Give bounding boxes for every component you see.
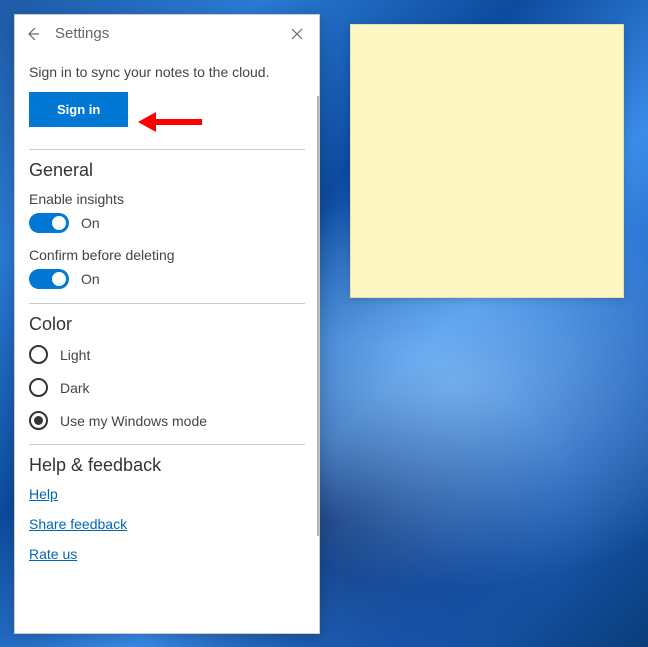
radio-label: Dark [60, 380, 90, 396]
feedback-link[interactable]: Share feedback [29, 516, 305, 532]
color-section-title: Color [29, 314, 305, 335]
rate-link[interactable]: Rate us [29, 546, 305, 562]
signin-button[interactable]: Sign in [29, 92, 128, 127]
sync-prompt: Sign in to sync your notes to the cloud. [29, 64, 305, 80]
divider [29, 303, 305, 304]
scrollbar[interactable] [317, 96, 319, 536]
confirm-delete-toggle[interactable] [29, 269, 69, 289]
color-option-light[interactable]: Light [29, 345, 305, 364]
radio-icon [29, 378, 48, 397]
general-section-title: General [29, 160, 305, 181]
titlebar: Settings [15, 15, 319, 48]
back-icon[interactable] [25, 26, 41, 42]
radio-icon [29, 345, 48, 364]
insights-toggle-row: On [29, 213, 305, 233]
radio-label: Light [60, 347, 90, 363]
divider [29, 444, 305, 445]
settings-content: Sign in to sync your notes to the cloud.… [15, 48, 319, 633]
insights-state: On [81, 215, 100, 231]
sticky-note[interactable] [350, 24, 624, 298]
insights-label: Enable insights [29, 191, 305, 207]
confirm-delete-state: On [81, 271, 100, 287]
confirm-delete-label: Confirm before deleting [29, 247, 305, 263]
window-title: Settings [55, 25, 275, 42]
insights-toggle[interactable] [29, 213, 69, 233]
divider [29, 149, 305, 150]
help-section-title: Help & feedback [29, 455, 305, 476]
settings-window: Settings Sign in to sync your notes to t… [14, 14, 320, 634]
close-icon[interactable] [289, 26, 305, 42]
radio-icon [29, 411, 48, 430]
radio-label: Use my Windows mode [60, 413, 207, 429]
color-option-windows[interactable]: Use my Windows mode [29, 411, 305, 430]
help-link[interactable]: Help [29, 486, 305, 502]
confirm-delete-toggle-row: On [29, 269, 305, 289]
color-option-dark[interactable]: Dark [29, 378, 305, 397]
